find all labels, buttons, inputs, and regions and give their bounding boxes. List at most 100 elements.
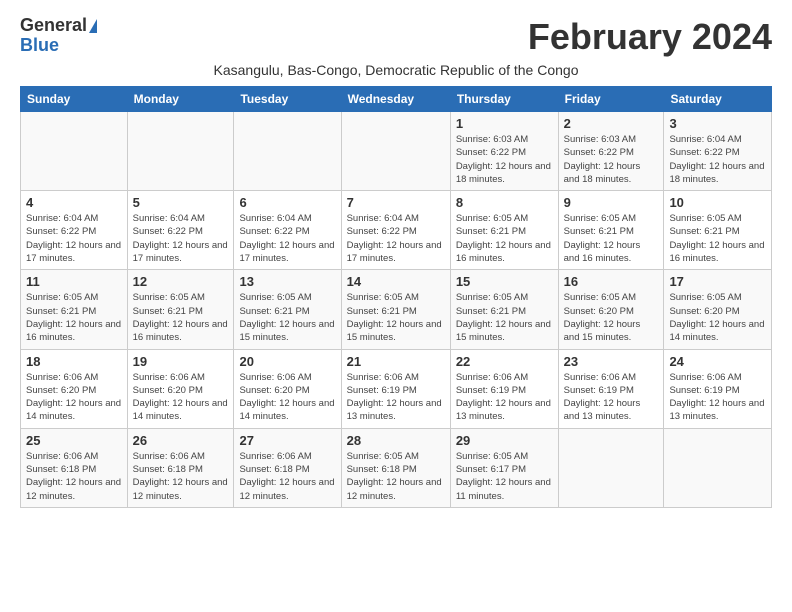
table-row: 29 Sunrise: 6:05 AM Sunset: 6:17 PM Dayli… xyxy=(450,428,558,507)
table-row: 25Sunrise: 6:06 AM Sunset: 6:18 PM Dayli… xyxy=(21,428,128,507)
table-row: 9 Sunrise: 6:05 AM Sunset: 6:21 PM Daylig… xyxy=(558,191,664,270)
day-number: 8 xyxy=(456,195,553,210)
calendar-week-2: 4 Sunrise: 6:04 AM Sunset: 6:22 PM Daylig… xyxy=(21,191,772,270)
day-number: 27 xyxy=(239,433,335,448)
header-sunday: Sunday xyxy=(21,87,128,112)
header-tuesday: Tuesday xyxy=(234,87,341,112)
day-info: Sunrise: 6:06 AM Sunset: 6:19 PM Dayligh… xyxy=(564,371,659,424)
table-row xyxy=(558,428,664,507)
table-row: 27Sunrise: 6:06 AM Sunset: 6:18 PM Dayli… xyxy=(234,428,341,507)
table-row: 4 Sunrise: 6:04 AM Sunset: 6:22 PM Daylig… xyxy=(21,191,128,270)
day-number: 23 xyxy=(564,354,659,369)
day-number: 17 xyxy=(669,274,766,289)
day-info: Sunrise: 6:04 AM Sunset: 6:22 PM Dayligh… xyxy=(26,212,122,265)
day-number: 2 xyxy=(564,116,659,131)
calendar-header: Sunday Monday Tuesday Wednesday Thursday… xyxy=(21,87,772,112)
day-info: Sunrise: 6:05 AM Sunset: 6:20 PM Dayligh… xyxy=(669,291,766,344)
day-info: Sunrise: 6:05 AM Sunset: 6:21 PM Dayligh… xyxy=(564,212,659,265)
table-row: 14 Sunrise: 6:05 AM Sunset: 6:21 PM Dayli… xyxy=(341,270,450,349)
day-info: Sunrise: 6:05 AM Sunset: 6:18 PM Dayligh… xyxy=(347,450,445,503)
table-row: 22 Sunrise: 6:06 AM Sunset: 6:19 PM Dayli… xyxy=(450,349,558,428)
day-info: Sunrise: 6:06 AM Sunset: 6:19 PM Dayligh… xyxy=(456,371,553,424)
calendar-table: Sunday Monday Tuesday Wednesday Thursday… xyxy=(20,86,772,508)
day-info: Sunrise: 6:05 AM Sunset: 6:17 PM Dayligh… xyxy=(456,450,553,503)
day-number: 14 xyxy=(347,274,445,289)
day-number: 9 xyxy=(564,195,659,210)
day-number: 20 xyxy=(239,354,335,369)
table-row: 3Sunrise: 6:04 AM Sunset: 6:22 PM Daylig… xyxy=(664,112,772,191)
logo-general: General xyxy=(20,16,87,36)
logo: General Blue xyxy=(20,16,97,56)
day-number: 11 xyxy=(26,274,122,289)
table-row: 26 Sunrise: 6:06 AM Sunset: 6:18 PM Dayli… xyxy=(127,428,234,507)
day-number: 29 xyxy=(456,433,553,448)
table-row: 11Sunrise: 6:05 AM Sunset: 6:21 PM Dayli… xyxy=(21,270,128,349)
calendar-body: 1 Sunrise: 6:03 AM Sunset: 6:22 PM Daylig… xyxy=(21,112,772,508)
day-info: Sunrise: 6:05 AM Sunset: 6:20 PM Dayligh… xyxy=(564,291,659,344)
calendar-week-1: 1 Sunrise: 6:03 AM Sunset: 6:22 PM Daylig… xyxy=(21,112,772,191)
table-row xyxy=(127,112,234,191)
day-info: Sunrise: 6:05 AM Sunset: 6:21 PM Dayligh… xyxy=(239,291,335,344)
calendar-week-4: 18 Sunrise: 6:06 AM Sunset: 6:20 PM Dayli… xyxy=(21,349,772,428)
day-info: Sunrise: 6:04 AM Sunset: 6:22 PM Dayligh… xyxy=(239,212,335,265)
day-info: Sunrise: 6:03 AM Sunset: 6:22 PM Dayligh… xyxy=(564,133,659,186)
table-row: 23 Sunrise: 6:06 AM Sunset: 6:19 PM Dayli… xyxy=(558,349,664,428)
table-row: 28 Sunrise: 6:05 AM Sunset: 6:18 PM Dayli… xyxy=(341,428,450,507)
day-info: Sunrise: 6:05 AM Sunset: 6:21 PM Dayligh… xyxy=(456,212,553,265)
day-number: 10 xyxy=(669,195,766,210)
table-row xyxy=(341,112,450,191)
day-number: 28 xyxy=(347,433,445,448)
header-thursday: Thursday xyxy=(450,87,558,112)
day-number: 26 xyxy=(133,433,229,448)
day-info: Sunrise: 6:05 AM Sunset: 6:21 PM Dayligh… xyxy=(456,291,553,344)
day-info: Sunrise: 6:06 AM Sunset: 6:20 PM Dayligh… xyxy=(239,371,335,424)
table-row: 6 Sunrise: 6:04 AM Sunset: 6:22 PM Daylig… xyxy=(234,191,341,270)
subtitle: Kasangulu, Bas-Congo, Democratic Republi… xyxy=(20,62,772,78)
day-info: Sunrise: 6:05 AM Sunset: 6:21 PM Dayligh… xyxy=(133,291,229,344)
table-row: 8 Sunrise: 6:05 AM Sunset: 6:21 PM Daylig… xyxy=(450,191,558,270)
header-saturday: Saturday xyxy=(664,87,772,112)
table-row xyxy=(234,112,341,191)
day-number: 24 xyxy=(669,354,766,369)
table-row: 19Sunrise: 6:06 AM Sunset: 6:20 PM Dayli… xyxy=(127,349,234,428)
table-row: 7Sunrise: 6:04 AM Sunset: 6:22 PM Daylig… xyxy=(341,191,450,270)
day-number: 19 xyxy=(133,354,229,369)
day-info: Sunrise: 6:06 AM Sunset: 6:18 PM Dayligh… xyxy=(133,450,229,503)
table-row: 16 Sunrise: 6:05 AM Sunset: 6:20 PM Dayli… xyxy=(558,270,664,349)
calendar-week-3: 11 Sunrise: 6:05 AM Sunset: 6:21 PM Dayli… xyxy=(21,270,772,349)
day-number: 7 xyxy=(347,195,445,210)
day-info: Sunrise: 6:06 AM Sunset: 6:19 PM Dayligh… xyxy=(347,371,445,424)
table-row xyxy=(21,112,128,191)
table-row: 1 Sunrise: 6:03 AM Sunset: 6:22 PM Daylig… xyxy=(450,112,558,191)
day-number: 5 xyxy=(133,195,229,210)
day-number: 6 xyxy=(239,195,335,210)
day-number: 16 xyxy=(564,274,659,289)
day-number: 22 xyxy=(456,354,553,369)
day-number: 12 xyxy=(133,274,229,289)
day-number: 4 xyxy=(26,195,122,210)
day-number: 13 xyxy=(239,274,335,289)
table-row: 21 Sunrise: 6:06 AM Sunset: 6:19 PM Dayli… xyxy=(341,349,450,428)
day-info: Sunrise: 6:04 AM Sunset: 6:22 PM Dayligh… xyxy=(669,133,766,186)
logo-blue: Blue xyxy=(20,36,59,56)
table-row: 2 Sunrise: 6:03 AM Sunset: 6:22 PM Daylig… xyxy=(558,112,664,191)
table-row xyxy=(664,428,772,507)
month-title: February 2024 xyxy=(528,16,772,58)
header-friday: Friday xyxy=(558,87,664,112)
table-row: 10Sunrise: 6:05 AM Sunset: 6:21 PM Dayli… xyxy=(664,191,772,270)
day-number: 18 xyxy=(26,354,122,369)
header-row: Sunday Monday Tuesday Wednesday Thursday… xyxy=(21,87,772,112)
table-row: 24 Sunrise: 6:06 AM Sunset: 6:19 PM Dayli… xyxy=(664,349,772,428)
day-info: Sunrise: 6:06 AM Sunset: 6:19 PM Dayligh… xyxy=(669,371,766,424)
table-row: 17 Sunrise: 6:05 AM Sunset: 6:20 PM Dayli… xyxy=(664,270,772,349)
day-number: 21 xyxy=(347,354,445,369)
header-monday: Monday xyxy=(127,87,234,112)
day-info: Sunrise: 6:03 AM Sunset: 6:22 PM Dayligh… xyxy=(456,133,553,186)
day-number: 1 xyxy=(456,116,553,131)
table-row: 5 Sunrise: 6:04 AM Sunset: 6:22 PM Daylig… xyxy=(127,191,234,270)
day-info: Sunrise: 6:04 AM Sunset: 6:22 PM Dayligh… xyxy=(133,212,229,265)
logo-triangle-icon xyxy=(89,19,97,33)
calendar-week-5: 25Sunrise: 6:06 AM Sunset: 6:18 PM Dayli… xyxy=(21,428,772,507)
table-row: 15Sunrise: 6:05 AM Sunset: 6:21 PM Dayli… xyxy=(450,270,558,349)
day-info: Sunrise: 6:05 AM Sunset: 6:21 PM Dayligh… xyxy=(347,291,445,344)
